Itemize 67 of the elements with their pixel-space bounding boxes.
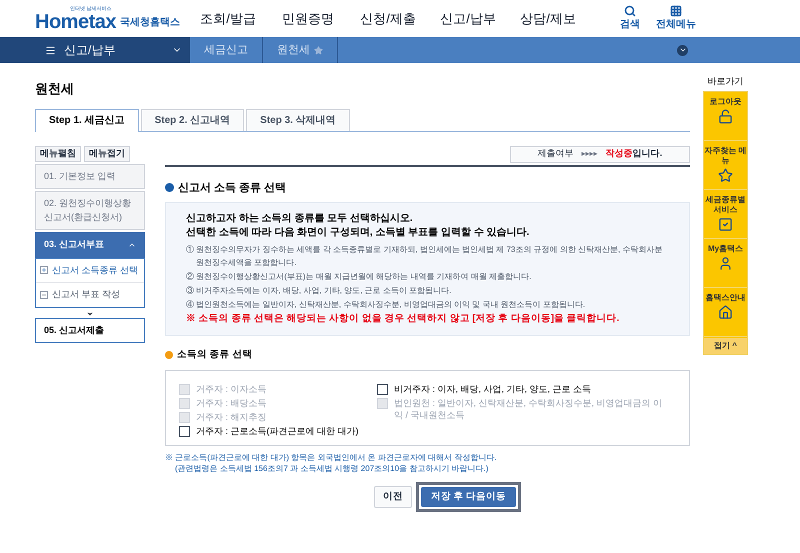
quick-menu-item[interactable]: 세금종류별 서비스: [704, 190, 747, 238]
note-text: (관련법령은 소득세법 156조의7 과 소득세법 시행령 207조의10을 참고하시기 바랍니다.): [174, 463, 490, 474]
step-menu-item[interactable]: 02. 원천징수이행상황신고서(환급신청서): [35, 191, 145, 230]
star-icon[interactable]: [314, 46, 323, 54]
logo[interactable]: Hometax: [35, 12, 116, 32]
step-menu-item[interactable]: 01. 기본정보 입력: [35, 164, 145, 189]
warning-text: ※ 소득의 종류 선택은 해당되는 사항이 없을 경우 선택하지 않고 [저장 후 다음이동]을 클릭합니다.: [186, 312, 620, 326]
step-tab[interactable]: Step 1. 세금신고: [35, 108, 139, 132]
checkbox-label: 법인원천 : 일반이자, 신탁재산분, 수탁회사징수분, 비영업대금의 이익 / 국내원천소득: [394, 397, 664, 422]
search-button[interactable]: 검색: [620, 5, 640, 32]
main-menu-item[interactable]: 조회/발급: [188, 8, 268, 28]
nav-menu[interactable]: 신고/납부: [64, 41, 116, 59]
step-tab[interactable]: Step 2. 신고내역: [140, 108, 244, 130]
checkbox[interactable]: [377, 384, 388, 396]
quick-menu-item[interactable]: My홈택스: [704, 238, 747, 288]
menu-icon: [45, 44, 56, 56]
bullet-icon: [165, 351, 173, 360]
checkbox-label: 거주자 : 배당소득: [196, 397, 267, 410]
search-icon: [624, 5, 636, 17]
info-text: ① 원천징수의무자가 징수하는 세액를 각 소득종류별로 기재하되, 법인세에는 법인세법 제 73조의 규정에 의한 신탁재산분, 수탁회사분 원천징수세액을 포함합니다.: [186, 244, 664, 269]
quick-menu-item[interactable]: 자주찾는 메뉴: [704, 140, 747, 190]
expand-icon[interactable]: [677, 44, 688, 56]
minus-icon: [40, 290, 48, 299]
star-icon: [718, 168, 733, 182]
step-menu-item[interactable]: 03. 신고서부표: [35, 232, 145, 258]
checkbox-label: 거주자 : 근로소득(파견근로에 대한 대가): [196, 425, 358, 438]
checkbox-label: 비거주자 : 이자, 배당, 사업, 기타, 양도, 근로 소득: [394, 383, 592, 396]
page-title: 원천세: [35, 80, 75, 98]
save-next-button[interactable]: 저장 후 다음이동: [420, 487, 516, 508]
grid-icon: [670, 5, 682, 17]
step-menu-item[interactable]: 05. 신고서제출: [35, 318, 145, 343]
checkbox-label: 거주자 : 해지추징: [196, 411, 267, 424]
menu-toggle-button[interactable]: 메뉴접기: [84, 146, 130, 162]
logo-subtitle: 국세청홈택스: [120, 16, 180, 30]
subsection-title: 소득의 종류 선택: [177, 348, 252, 362]
quick-menu-item[interactable]: 홈택스안내: [704, 288, 747, 336]
checkbox[interactable]: [179, 426, 190, 438]
instruction-text: 신고하고자 하는 소득의 종류를 모두 선택하십시오.: [186, 212, 414, 226]
info-text: ② 원천징수이행상황신고서(부표)는 매월 지급년월에 해당하는 내역를 기재하여 매월 제출합니다.: [186, 271, 532, 283]
submenu-item[interactable]: 신고서 부표 작성: [36, 282, 144, 306]
info-text: ④ 법인원천소득에는 일반이자, 신탁재산분, 수탁회사징수분, 비영업대금의 이익 및 국내 원천소득이 포함됩니다.: [186, 299, 586, 311]
person-icon: [718, 256, 733, 270]
info-text: ③ 비거주자소득에는 이자, 배당, 사업, 기타, 양도, 근로 소득이 포함됩니다.: [186, 285, 452, 297]
arrow-marks: ▸▸▸▸: [582, 148, 598, 160]
unlocked-padlock-icon: [718, 108, 733, 124]
instruction-text: 선택한 소득에 따라 다음 화면이 구성되며, 소득별 부표를 입력할 수 있습니다.: [186, 226, 530, 240]
quick-menu-item[interactable]: 로그아웃: [704, 92, 747, 140]
step-tab[interactable]: Step 3. 삭제내역: [246, 108, 350, 130]
checked-box-icon: [718, 216, 733, 232]
fold-button[interactable]: 접기 ^: [704, 338, 747, 354]
section-title: 신고서 소득 종류 선택: [178, 180, 286, 196]
bullet-icon: [165, 183, 174, 192]
status-value: 작성중입니다.: [606, 147, 662, 160]
main-menu-item[interactable]: 신고/납부: [428, 8, 508, 28]
plus-icon: [40, 266, 48, 274]
main-menu-item[interactable]: 상담/제보: [508, 8, 588, 28]
main-menu-item[interactable]: 민원증명: [268, 8, 348, 28]
house-icon: [718, 304, 733, 320]
note-text: ※ 근로소득(파견근로에 대한 대가) 항목은 외국법인에서 온 파견근로자에 대해서 작성합니다.: [165, 452, 498, 464]
checkbox-label: 거주자 : 이자소득: [196, 383, 267, 396]
previous-button[interactable]: 이전: [374, 486, 412, 508]
main-menu-item[interactable]: 신청/제출: [348, 8, 428, 28]
submenu-item[interactable]: 신고서 소득종류 선택: [36, 258, 144, 282]
menu-toggle-button[interactable]: 메뉴펼침: [35, 146, 81, 162]
quick-menu-title: 바로가기: [708, 75, 744, 88]
all-menu-button[interactable]: 전체메뉴: [656, 5, 696, 32]
status-label: 제출여부: [538, 147, 574, 160]
